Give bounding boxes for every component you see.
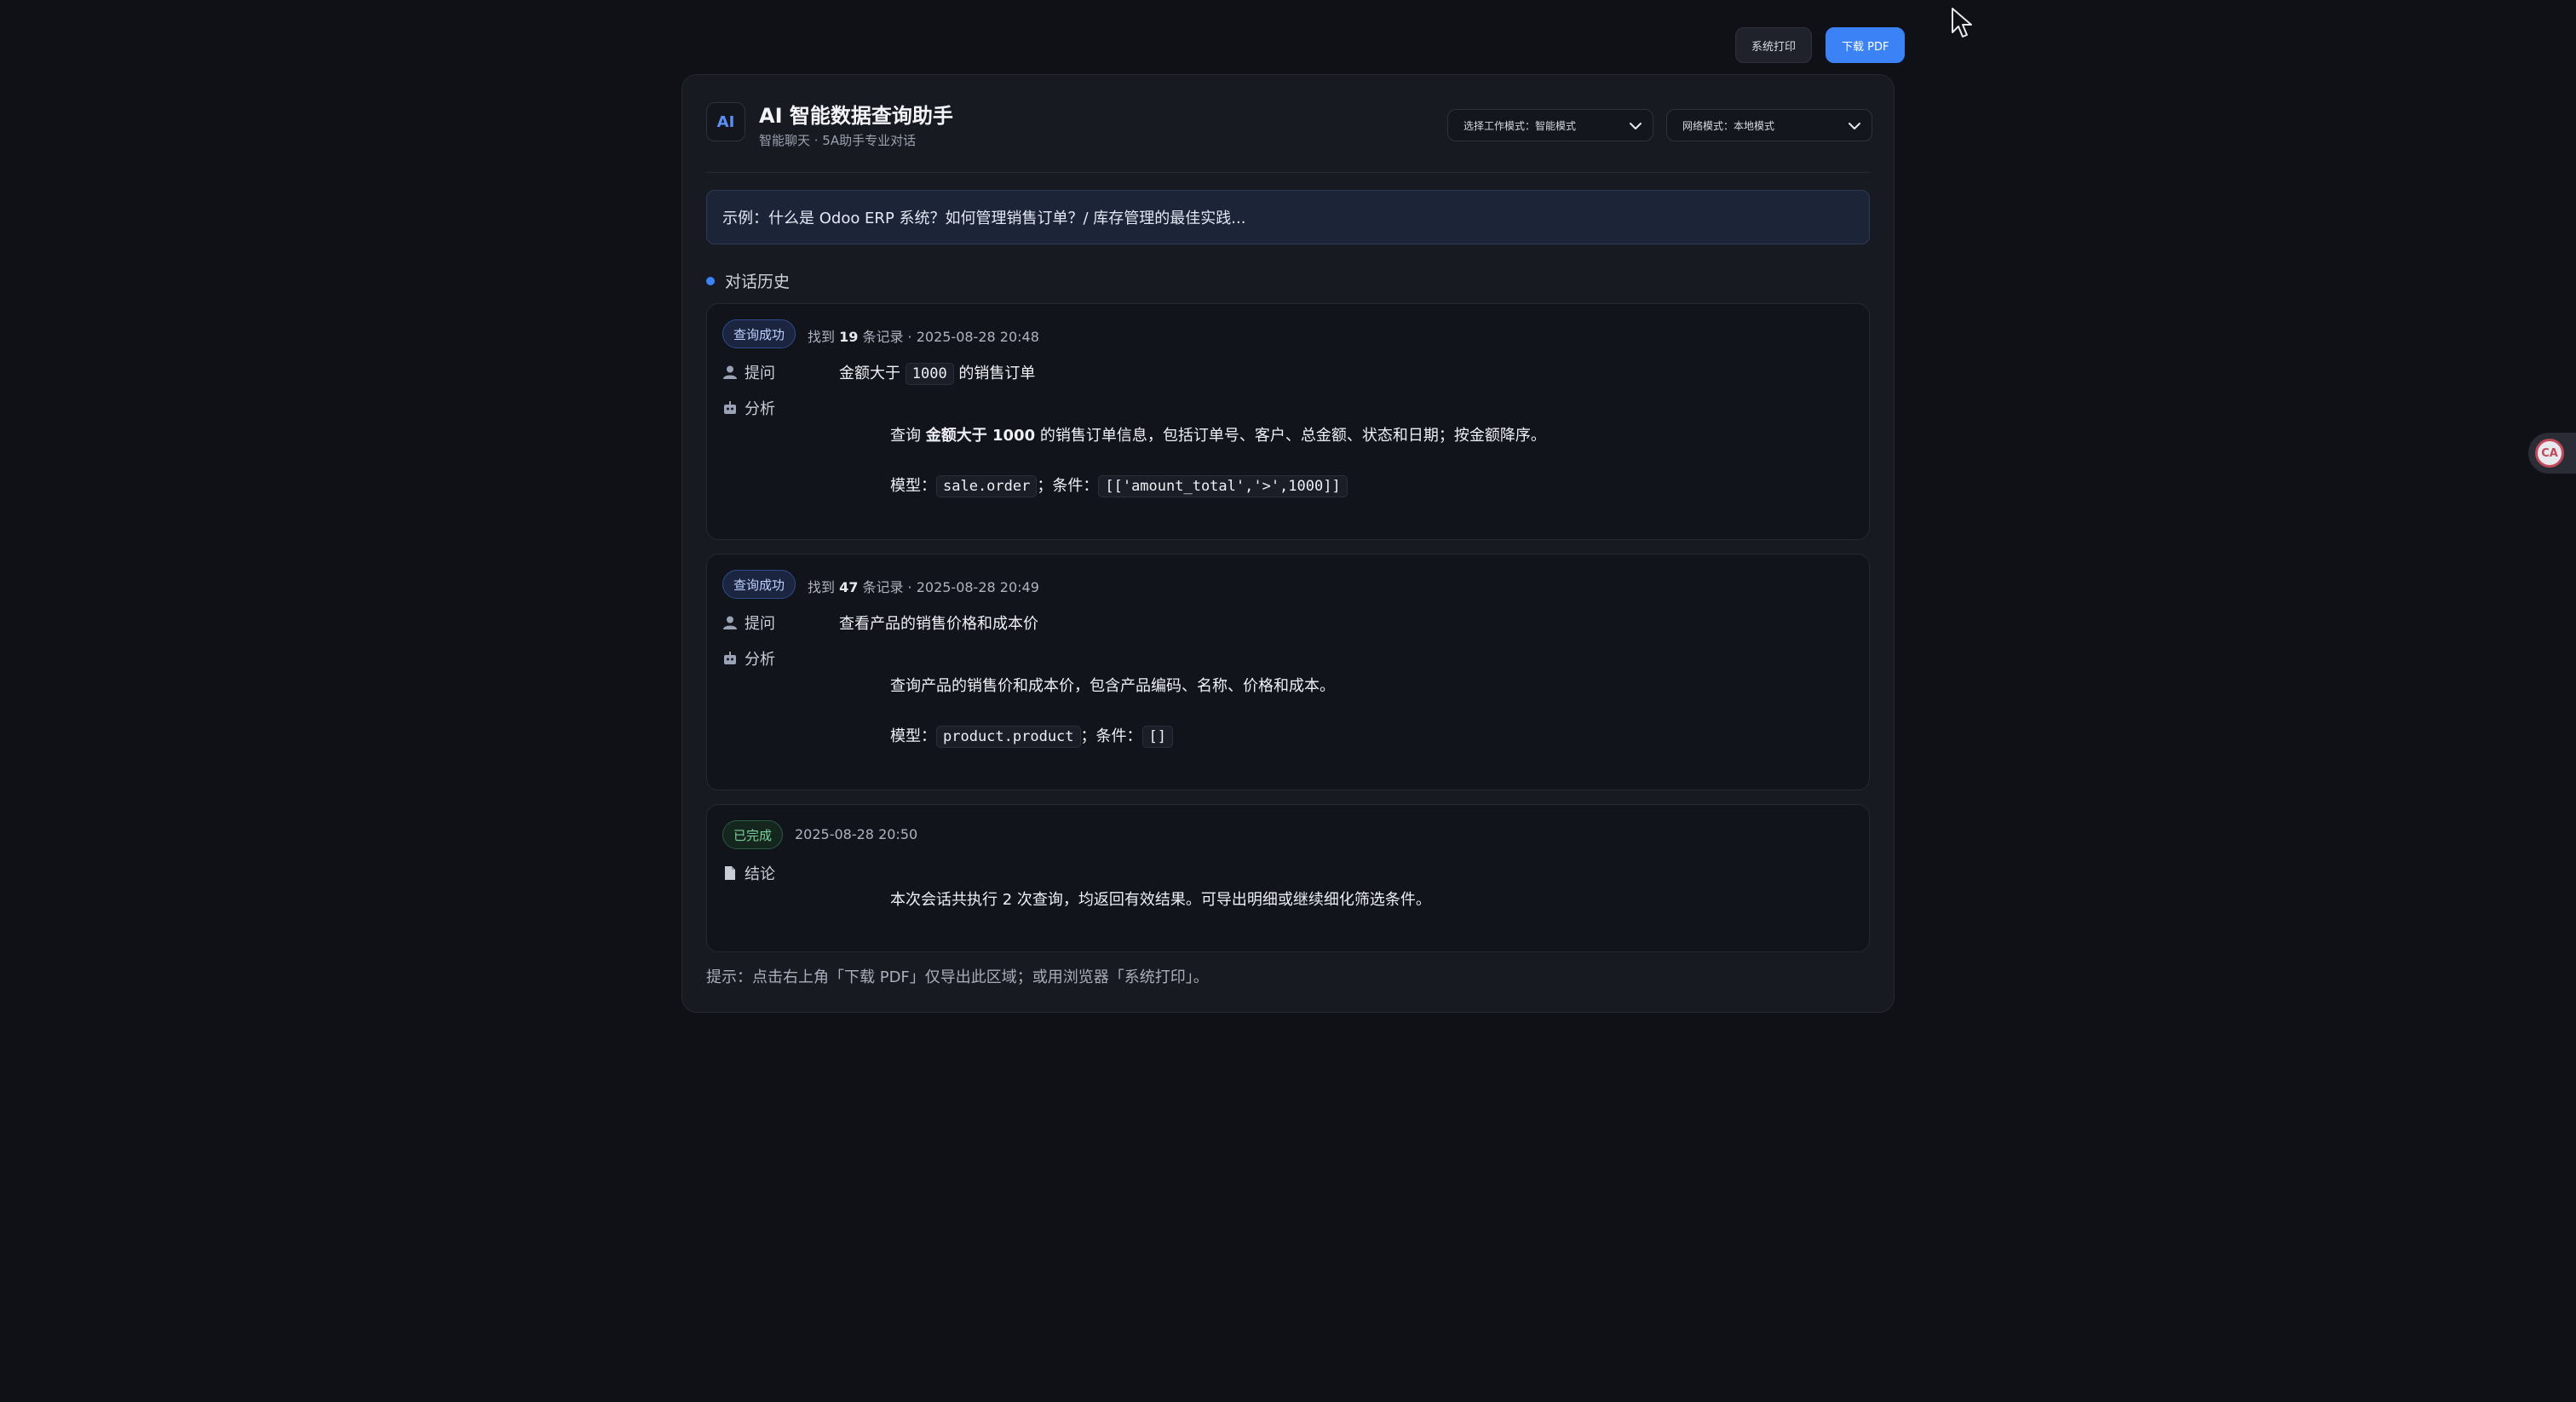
history-title-label: 对话历史 — [725, 273, 791, 291]
network-mode-select[interactable]: 网络模式：本地模式 — [1666, 109, 1872, 141]
status-badge: 已完成 — [722, 820, 784, 849]
analysis-label: 分析 — [745, 400, 775, 418]
ai-logo: AI — [706, 102, 745, 141]
analysis-label-row: 分析 — [722, 397, 775, 419]
question-label: 提问 — [745, 615, 775, 633]
history-section-title: 对话历史 — [706, 269, 790, 292]
page-subtitle: 智能聊天 · 5A助手专业对话 — [759, 133, 917, 148]
model-code: sale.order — [936, 475, 1038, 497]
condition-code: [['amount_total','>',1000]] — [1098, 475, 1348, 497]
footer-hint: 提示：点击右上角「下载 PDF」仅导出此区域；或用浏览器「系统打印」。 — [706, 968, 1209, 986]
user-icon — [723, 616, 737, 629]
status-badge: 查询成功 — [722, 570, 796, 599]
panel-header: AI AI 智能数据查询助手 智能聊天 · 5A助手专业对话 选择工作模式：智能… — [706, 102, 1872, 173]
analysis-bold: 金额大于 1000 — [925, 427, 1036, 445]
conclusion-label: 结论 — [745, 865, 775, 883]
network-mode-value: 网络模式：本地模式 — [1682, 119, 1775, 132]
analysis-label: 分析 — [745, 651, 775, 669]
conclusion-card: 已完成 2025-08-28 20:50 结论 本次会话共执行 2 次查询，均返… — [706, 804, 1870, 952]
history-card: 查询成功 找到 19 条记录 · 2025-08-28 20:48 提问 金额大… — [706, 303, 1870, 540]
analysis-text: 查询产品的销售价和成本价，包含产品编码、名称、价格和成本。 — [890, 677, 1335, 695]
chevron-down-icon — [1627, 118, 1644, 137]
system-print-button[interactable]: 系统打印 — [1735, 27, 1813, 63]
chevron-down-icon — [1846, 118, 1863, 137]
assistant-panel: AI AI 智能数据查询助手 智能聊天 · 5A助手专业对话 选择工作模式：智能… — [681, 74, 1895, 1013]
model-code: product.product — [936, 726, 1081, 748]
model-line: 模型： sale.order ；条件： [['amount_total','>',10… — [890, 474, 1348, 497]
analysis-post: 的销售订单信息，包括订单号、客户、总金额、状态和日期；按金额降序。 — [1035, 427, 1546, 445]
example-prompt[interactable]: 示例：什么是 Odoo ERP 系统？如何管理销售订单？/ 库存管理的最佳实践.… — [706, 190, 1870, 244]
question-text: 金额大于 1000 的销售订单 — [839, 361, 1036, 385]
robot-icon — [724, 401, 736, 414]
condition-code: [] — [1141, 726, 1174, 748]
condition-label: ；条件： — [1037, 477, 1099, 495]
question-text: 查看产品的销售价格和成本价 — [839, 615, 1038, 633]
analysis-text: 查询 金额大于 1000 的销售订单信息，包括订单号、客户、总金额、状态和日期；… — [890, 423, 1546, 445]
card-meta: 找到 47 条记录 · 2025-08-28 20:49 — [808, 576, 1039, 596]
question-label-row: 提问 — [722, 361, 775, 383]
download-pdf-button[interactable]: 下载 PDF — [1826, 27, 1906, 63]
analysis-label-row: 分析 — [722, 647, 775, 669]
model-label: 模型： — [890, 477, 936, 495]
work-mode-value: 选择工作模式：智能模式 — [1463, 119, 1577, 132]
history-card: 查询成功 找到 47 条记录 · 2025-08-28 20:49 提问 查看产… — [706, 554, 1870, 790]
translate-extension-badge[interactable]: CA — [2528, 433, 2576, 474]
meta-suffix: 条记录 · 2025-08-28 20:49 — [858, 579, 1039, 595]
model-line: 模型： product.product ；条件：[] — [890, 724, 1174, 748]
question-label: 提问 — [745, 365, 775, 382]
meta-prefix: 找到 — [808, 579, 840, 595]
question-post: 的销售订单 — [953, 365, 1036, 382]
question-pre: 金额大于 — [839, 365, 906, 382]
record-count: 47 — [839, 579, 859, 595]
work-mode-select[interactable]: 选择工作模式：智能模式 — [1447, 109, 1653, 141]
question-code: 1000 — [905, 363, 954, 385]
record-count: 19 — [839, 329, 859, 345]
robot-icon — [724, 652, 736, 664]
status-badge: 查询成功 — [722, 319, 796, 348]
translate-icon: CA — [2535, 439, 2564, 468]
model-label: 模型： — [890, 727, 936, 745]
section-dot-icon — [706, 276, 715, 285]
document-icon — [725, 866, 735, 880]
top-actions: 系统打印 下载 PDF — [1735, 27, 1906, 63]
user-icon — [723, 365, 737, 379]
conclusion-label-row: 结论 — [722, 862, 775, 884]
question-label-row: 提问 — [722, 612, 775, 634]
meta-prefix: 找到 — [808, 329, 840, 345]
condition-label: ；条件： — [1080, 727, 1142, 745]
page-title: AI 智能数据查询助手 — [759, 104, 953, 128]
card-meta: 2025-08-28 20:50 — [795, 826, 918, 842]
meta-suffix: 条记录 · 2025-08-28 20:48 — [858, 329, 1039, 345]
conclusion-text: 本次会话共执行 2 次查询，均返回有效结果。可导出明细或继续细化筛选条件。 — [890, 891, 1431, 909]
analysis-pre: 查询 — [890, 427, 926, 445]
mouse-cursor-icon — [1951, 7, 1973, 43]
card-meta: 找到 19 条记录 · 2025-08-28 20:48 — [808, 325, 1039, 346]
